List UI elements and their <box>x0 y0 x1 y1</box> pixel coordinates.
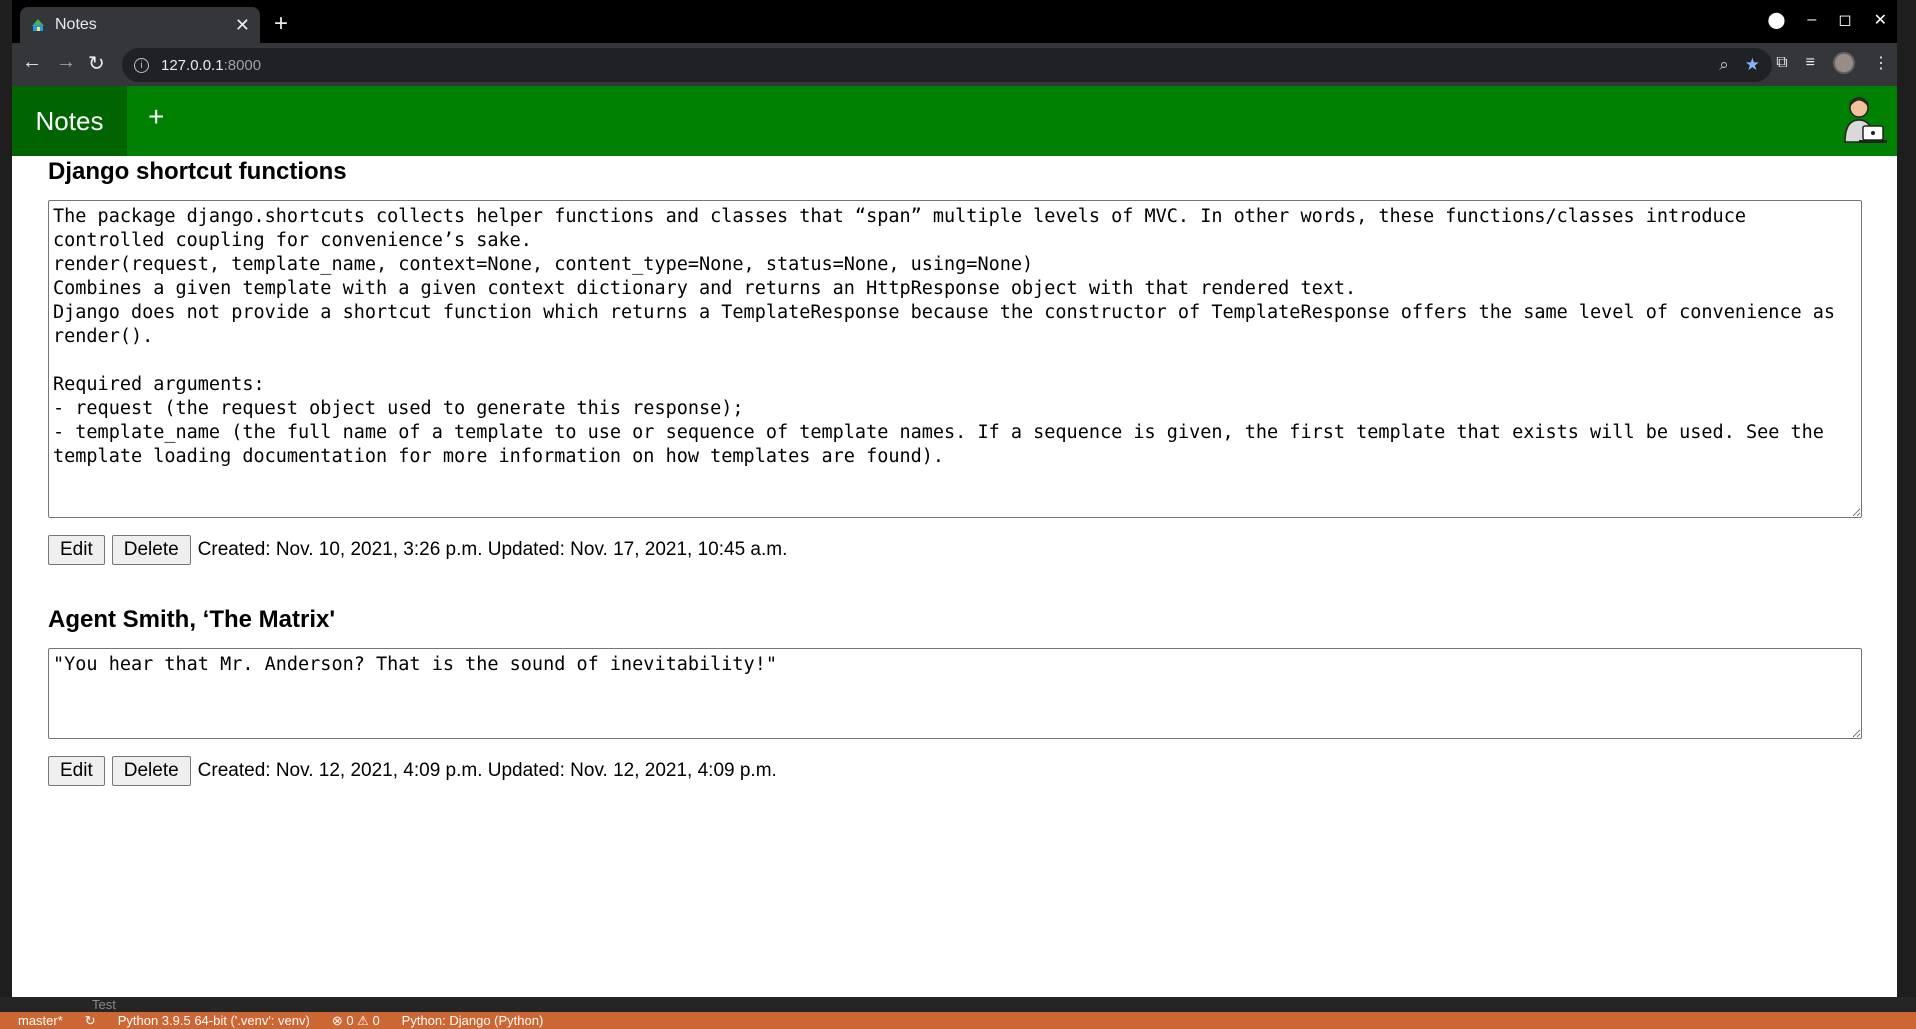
url-host: 127.0.0.1 <box>161 56 224 74</box>
site-info-icon[interactable]: i <box>134 57 149 73</box>
note-actions: Edit Delete Created: Nov. 10, 2021, 3:26… <box>48 535 1862 565</box>
media-control-icon[interactable]: ≡ <box>1806 54 1815 72</box>
zoom-icon[interactable]: ⌕ <box>1719 55 1729 75</box>
note-content-textarea[interactable]: The package django.shortcuts collects he… <box>48 200 1862 518</box>
note-card: Agent Smith, ‘The Matrix' "You hear that… <box>48 606 1862 786</box>
vscode-status-bar: master* ↻ Python 3.9.5 64-bit ('.venv': … <box>0 1012 1916 1029</box>
tab-strip: Notes ✕ + ⬤ – ◻ ✕ <box>12 0 1897 43</box>
url-port: :8000 <box>223 56 262 74</box>
top-navbar: Notes + <box>12 86 1897 156</box>
browser-tab[interactable]: Notes ✕ <box>20 7 260 43</box>
toolbar-actions: ⧉ ≡ ⋮ <box>1776 52 1889 74</box>
vscode-explorer-strip: Test <box>0 997 1916 1012</box>
edit-button[interactable]: Edit <box>48 535 105 565</box>
tab-search-icon[interactable]: ⬤ <box>1768 10 1786 30</box>
note-actions: Edit Delete Created: Nov. 12, 2021, 4:09… <box>48 756 1862 786</box>
note-title: Agent Smith, ‘The Matrix' <box>48 606 336 633</box>
sync-icon[interactable]: ↻ <box>85 1013 96 1029</box>
note-content-textarea[interactable]: "You hear that Mr. Anderson? That is the… <box>48 648 1862 739</box>
back-button[interactable]: ← <box>22 51 42 74</box>
python-interpreter-status[interactable]: Python 3.9.5 64-bit ('.venv': venv) <box>118 1013 310 1028</box>
django-favicon-icon <box>32 19 44 31</box>
note-timestamps: Created: Nov. 12, 2021, 4:09 p.m. Update… <box>197 760 777 781</box>
note-title: Django shortcut functions <box>48 158 347 185</box>
browser-menu-icon[interactable]: ⋮ <box>1873 53 1889 73</box>
bookmark-star-icon[interactable]: ★ <box>1745 55 1760 75</box>
explorer-item-test[interactable]: Test <box>92 997 116 1012</box>
add-note-link[interactable]: + <box>148 101 164 133</box>
address-bar[interactable]: i 127.0.0.1 :8000 ⌕ ★ <box>122 48 1772 82</box>
problems-status[interactable]: ⊗ 0 ⚠ 0 <box>332 1013 380 1029</box>
browser-toolbar: ← → ↻ i 127.0.0.1 :8000 ⌕ ★ ⧉ ≡ ⋮ <box>12 43 1897 86</box>
omnibox-actions: ⌕ ★ <box>1719 55 1760 75</box>
user-avatar-icon[interactable] <box>1843 94 1887 144</box>
tab-close-icon[interactable]: ✕ <box>235 15 250 36</box>
reload-button[interactable]: ↻ <box>88 51 105 76</box>
tab-title: Notes <box>55 16 97 33</box>
note-timestamps: Created: Nov. 10, 2021, 3:26 p.m. Update… <box>197 539 788 560</box>
notes-page: Notes + Django shortcut functions The pa… <box>12 86 1897 997</box>
profile-avatar[interactable] <box>1833 52 1855 74</box>
browser-window: Notes ✕ + ⬤ – ◻ ✕ ← → ↻ i 127.0.0.1 :800… <box>12 0 1897 86</box>
delete-button[interactable]: Delete <box>111 535 191 565</box>
forward-button[interactable]: → <box>56 51 76 74</box>
extensions-icon[interactable]: ⧉ <box>1776 54 1787 72</box>
delete-button[interactable]: Delete <box>111 756 191 786</box>
new-tab-button[interactable]: + <box>274 10 288 38</box>
edit-button[interactable]: Edit <box>48 756 105 786</box>
close-window-button[interactable]: ✕ <box>1874 10 1887 30</box>
git-branch-status[interactable]: master* <box>18 1013 63 1028</box>
note-card: Django shortcut functions The package dj… <box>48 158 1862 565</box>
minimize-button[interactable]: – <box>1807 11 1816 29</box>
notes-home-link[interactable]: Notes <box>12 86 127 156</box>
run-config-status[interactable]: Python: Django (Python) <box>402 1013 544 1028</box>
maximize-button[interactable]: ◻ <box>1838 10 1851 30</box>
window-controls: ⬤ – ◻ ✕ <box>1768 10 1888 30</box>
